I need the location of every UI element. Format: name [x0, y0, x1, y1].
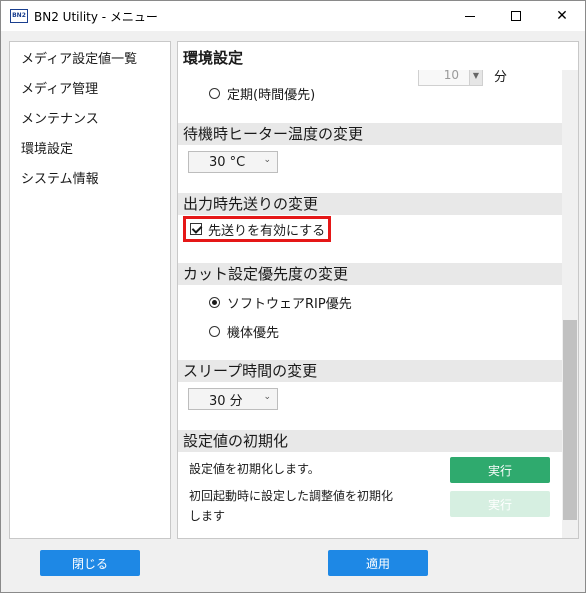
settings-panel: 環境設定 10 ▼ 分 定期(時間優先) 待機時ヒーター温度の変更 30 °C … — [177, 41, 579, 539]
sleep-time-value: 30 分 — [209, 393, 243, 409]
reset-calibration-run-button[interactable]: 実行 — [450, 491, 550, 517]
sidebar-item-maintenance[interactable]: メンテナンス — [21, 108, 99, 127]
app-window: BN2 BN2 Utility - メニュー ✕ メディア設定値一覧 メディア管… — [0, 0, 586, 593]
sidebar-item-system-info[interactable]: システム情報 — [21, 168, 99, 187]
sidebar-item-media-management[interactable]: メディア管理 — [21, 78, 98, 97]
minimize-button[interactable] — [447, 1, 493, 31]
periodic-spinner-button[interactable]: ▼ — [469, 70, 483, 86]
panel-scrollbar[interactable] — [562, 70, 578, 538]
cut-priority-heading: カット設定優先度の変更 — [178, 263, 562, 285]
feed-enable-label: 先送りを有効にする — [208, 223, 326, 239]
radio-machine[interactable] — [209, 326, 220, 337]
periodic-unit-label: 分 — [494, 70, 508, 85]
radio-software-rip[interactable] — [209, 297, 220, 308]
cut-priority-option-software-rip[interactable]: ソフトウェアRIP優先 — [209, 293, 352, 312]
maximize-icon — [511, 11, 521, 21]
sidebar-nav: メディア設定値一覧 メディア管理 メンテナンス 環境設定 システム情報 — [9, 41, 171, 539]
close-icon: ✕ — [556, 8, 568, 24]
scrollbar-thumb[interactable] — [563, 320, 577, 520]
feed-checkbox-highlight[interactable]: 先送りを有効にする — [183, 216, 331, 242]
settings-scroll-area[interactable]: 10 ▼ 分 定期(時間優先) 待機時ヒーター温度の変更 30 °C ⌄ 出力時… — [178, 70, 562, 536]
page-title: 環境設定 — [183, 49, 244, 67]
sidebar-item-environment-settings[interactable]: 環境設定 — [21, 138, 73, 157]
periodic-minutes-input[interactable]: 10 — [418, 70, 470, 86]
chevron-down-icon: ⌄ — [263, 155, 271, 165]
reset-settings-text: 設定値を初期化します。 — [189, 462, 320, 476]
app-icon: BN2 — [10, 9, 28, 23]
apply-button[interactable]: 適用 — [328, 550, 428, 576]
sleep-time-select[interactable]: 30 分 ⌄ — [188, 388, 278, 410]
reset-settings-run-button[interactable]: 実行 — [450, 457, 550, 483]
feed-enable-checkbox[interactable] — [190, 223, 202, 235]
chevron-down-icon: ⌄ — [263, 392, 271, 402]
machine-priority-label: 機体優先 — [227, 326, 280, 341]
standby-heater-select[interactable]: 30 °C ⌄ — [188, 151, 278, 173]
sidebar-item-media-settings-list[interactable]: メディア設定値一覧 — [21, 48, 137, 67]
periodic-radio-label: 定期(時間優先) — [227, 88, 316, 103]
reset-calibration-text-line1: 初回起動時に設定した調整値を初期化 — [189, 489, 394, 503]
minimize-icon — [465, 15, 475, 17]
cut-priority-option-machine[interactable]: 機体優先 — [209, 322, 279, 341]
maximize-button[interactable] — [493, 1, 539, 31]
standby-heater-heading: 待機時ヒーター温度の変更 — [178, 123, 562, 145]
window-title: BN2 Utility - メニュー — [34, 10, 158, 24]
software-rip-label: ソフトウェアRIP優先 — [227, 297, 352, 312]
sleep-time-heading: スリープ時間の変更 — [178, 360, 562, 382]
reset-heading: 設定値の初期化 — [178, 430, 562, 452]
feed-on-output-heading: 出力時先送りの変更 — [178, 193, 562, 215]
radio-periodic[interactable] — [209, 88, 220, 99]
close-button[interactable]: 閉じる — [40, 550, 140, 576]
title-bar[interactable]: BN2 BN2 Utility - メニュー ✕ — [1, 1, 585, 31]
standby-heater-value: 30 °C — [209, 154, 246, 170]
chevron-down-icon: ▼ — [472, 71, 480, 80]
reset-calibration-text-line2: します — [189, 509, 226, 523]
close-window-button[interactable]: ✕ — [539, 1, 585, 31]
periodic-radio-row[interactable]: 定期(時間優先) — [209, 84, 315, 103]
